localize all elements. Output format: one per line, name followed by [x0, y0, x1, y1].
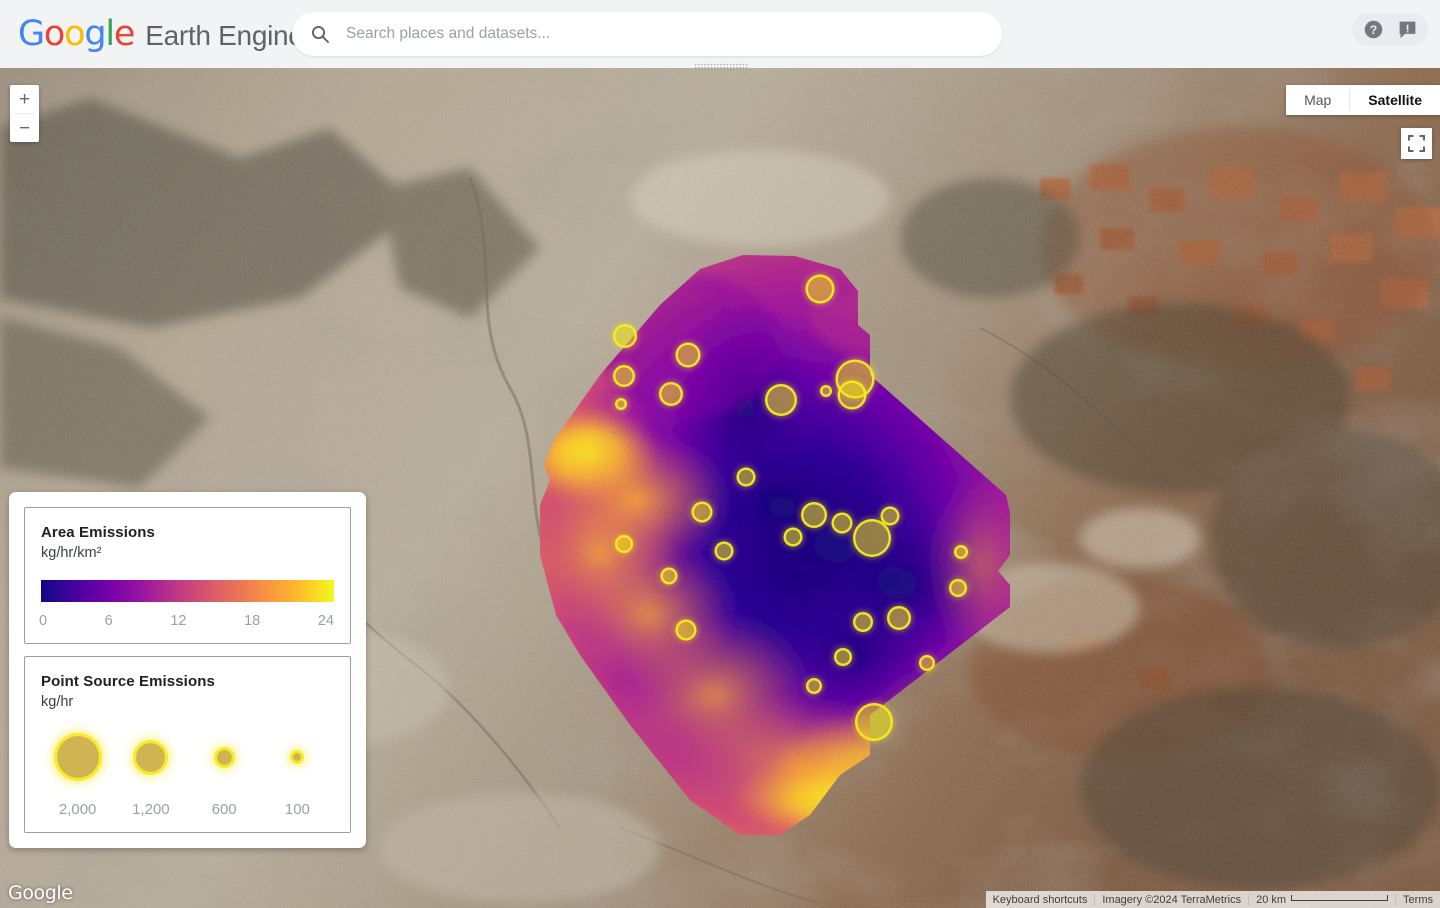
map-canvas[interactable]: + − Map Satellite Area Emiss	[0, 68, 1440, 908]
zoom-out-button[interactable]: −	[10, 114, 39, 142]
point-source-marker[interactable]	[837, 651, 850, 664]
point-source-marker[interactable]	[618, 401, 625, 408]
point-source-swatch-600	[217, 750, 232, 765]
point-source-unit: kg/hr	[41, 694, 334, 710]
point-source-swatch-2000	[57, 736, 99, 778]
point-source-marker[interactable]	[856, 522, 889, 555]
svg-text:?: ?	[1369, 23, 1376, 37]
point-source-marker[interactable]	[717, 544, 731, 558]
google-logo-letter-0: G	[18, 17, 44, 52]
feedback-icon	[1397, 19, 1418, 40]
point-source-marker[interactable]	[883, 509, 897, 523]
point-source-marker[interactable]	[616, 368, 633, 385]
point-source-marker[interactable]	[808, 277, 832, 301]
feedback-button[interactable]	[1392, 15, 1422, 45]
point-source-legend: Point Source Emissions kg/hr 2,000 1,200…	[24, 656, 351, 833]
area-tick-0: 0	[39, 613, 47, 629]
point-source-marker[interactable]	[804, 505, 825, 526]
help-icon: ?	[1363, 19, 1384, 40]
point-source-marker[interactable]	[739, 470, 753, 484]
scale-bar	[1291, 895, 1388, 901]
scale-label: 20 km	[1256, 894, 1286, 906]
help-button[interactable]: ?	[1358, 15, 1388, 45]
point-source-swatch-1200	[136, 743, 165, 772]
area-tick-1: 6	[105, 613, 113, 629]
area-emissions-colorramp	[41, 580, 334, 602]
map-type-control[interactable]: Map Satellite	[1286, 85, 1440, 115]
google-watermark: Google	[8, 882, 73, 904]
point-source-swatch-cell-2	[188, 750, 261, 765]
area-emissions-unit: kg/hr/km²	[41, 545, 334, 561]
search-bar[interactable]	[292, 12, 1002, 56]
point-source-marker[interactable]	[856, 615, 871, 630]
google-logo-letter-1: o	[44, 17, 64, 52]
imagery-attribution: Imagery ©2024 TerraMetrics	[1095, 894, 1248, 906]
area-tick-4: 24	[318, 613, 334, 629]
earth-engine-app: + − Map Satellite Area Emiss	[0, 0, 1440, 908]
point-source-marker[interactable]	[618, 538, 631, 551]
point-source-swatch-cell-0	[41, 736, 114, 778]
keyboard-shortcuts-link[interactable]: Keyboard shortcuts	[986, 894, 1095, 906]
map-type-map-button[interactable]: Map	[1286, 85, 1349, 115]
point-source-label-2: 600	[188, 801, 261, 818]
point-source-marker[interactable]	[840, 383, 864, 407]
point-source-label-0: 2,000	[41, 801, 114, 818]
point-source-label-1: 1,200	[114, 801, 187, 818]
zoom-in-button[interactable]: +	[10, 85, 39, 113]
zoom-controls[interactable]: + −	[10, 85, 39, 142]
map-attribution-bar: Keyboard shortcuts Imagery ©2024 TerraMe…	[986, 891, 1440, 908]
google-logo-letter-5: e	[114, 17, 134, 52]
legend-panel: Area Emissions kg/hr/km² 0 6 12 18 24 Po…	[9, 492, 366, 848]
app-header: Google Earth Engine ?	[0, 0, 1440, 68]
panel-resize-handle[interactable]	[694, 63, 749, 71]
point-source-marker[interactable]	[616, 327, 635, 346]
point-source-size-swatches	[41, 731, 334, 783]
point-source-swatch-cell-3	[261, 753, 334, 761]
google-logo-letter-3: g	[84, 17, 105, 52]
point-source-marker[interactable]	[678, 622, 694, 638]
point-source-marker[interactable]	[663, 570, 675, 582]
point-source-marker[interactable]	[823, 388, 830, 395]
search-input[interactable]	[346, 25, 966, 43]
point-source-marker[interactable]	[858, 706, 891, 739]
point-source-marker[interactable]	[809, 681, 820, 692]
search-icon	[310, 24, 330, 44]
area-emissions-ticks: 0 6 12 18 24	[41, 613, 334, 629]
terms-link[interactable]: Terms	[1396, 894, 1440, 906]
point-source-marker[interactable]	[922, 658, 933, 669]
map-scale: 20 km	[1249, 894, 1395, 906]
fullscreen-icon	[1408, 135, 1425, 152]
point-source-swatch-100	[293, 753, 301, 761]
google-logo-letter-4: l	[105, 17, 114, 52]
point-source-size-labels: 2,000 1,200 600 100	[41, 801, 334, 818]
fullscreen-button[interactable]	[1401, 128, 1432, 159]
product-title: Earth Engine	[145, 21, 303, 51]
area-tick-2: 12	[170, 613, 186, 629]
header-actions: ?	[1352, 13, 1428, 46]
google-logo: Google	[18, 17, 134, 52]
map-type-satellite-button[interactable]: Satellite	[1350, 85, 1440, 115]
google-logo-letter-2: o	[64, 17, 84, 52]
point-source-marker[interactable]	[890, 609, 909, 628]
point-source-marker[interactable]	[834, 515, 850, 531]
point-source-marker[interactable]	[957, 548, 966, 557]
point-source-swatch-cell-1	[114, 743, 187, 772]
point-source-marker[interactable]	[952, 582, 965, 595]
point-source-marker[interactable]	[662, 385, 681, 404]
area-emissions-legend: Area Emissions kg/hr/km² 0 6 12 18 24	[24, 507, 351, 644]
brand[interactable]: Google Earth Engine	[18, 17, 304, 52]
point-source-marker[interactable]	[786, 530, 800, 544]
area-tick-3: 18	[244, 613, 260, 629]
point-source-title: Point Source Emissions	[41, 673, 334, 690]
area-emissions-title: Area Emissions	[41, 524, 334, 541]
point-source-marker[interactable]	[768, 387, 795, 414]
point-source-marker[interactable]	[694, 504, 710, 520]
point-source-label-3: 100	[261, 801, 334, 818]
point-source-marker[interactable]	[678, 345, 698, 365]
